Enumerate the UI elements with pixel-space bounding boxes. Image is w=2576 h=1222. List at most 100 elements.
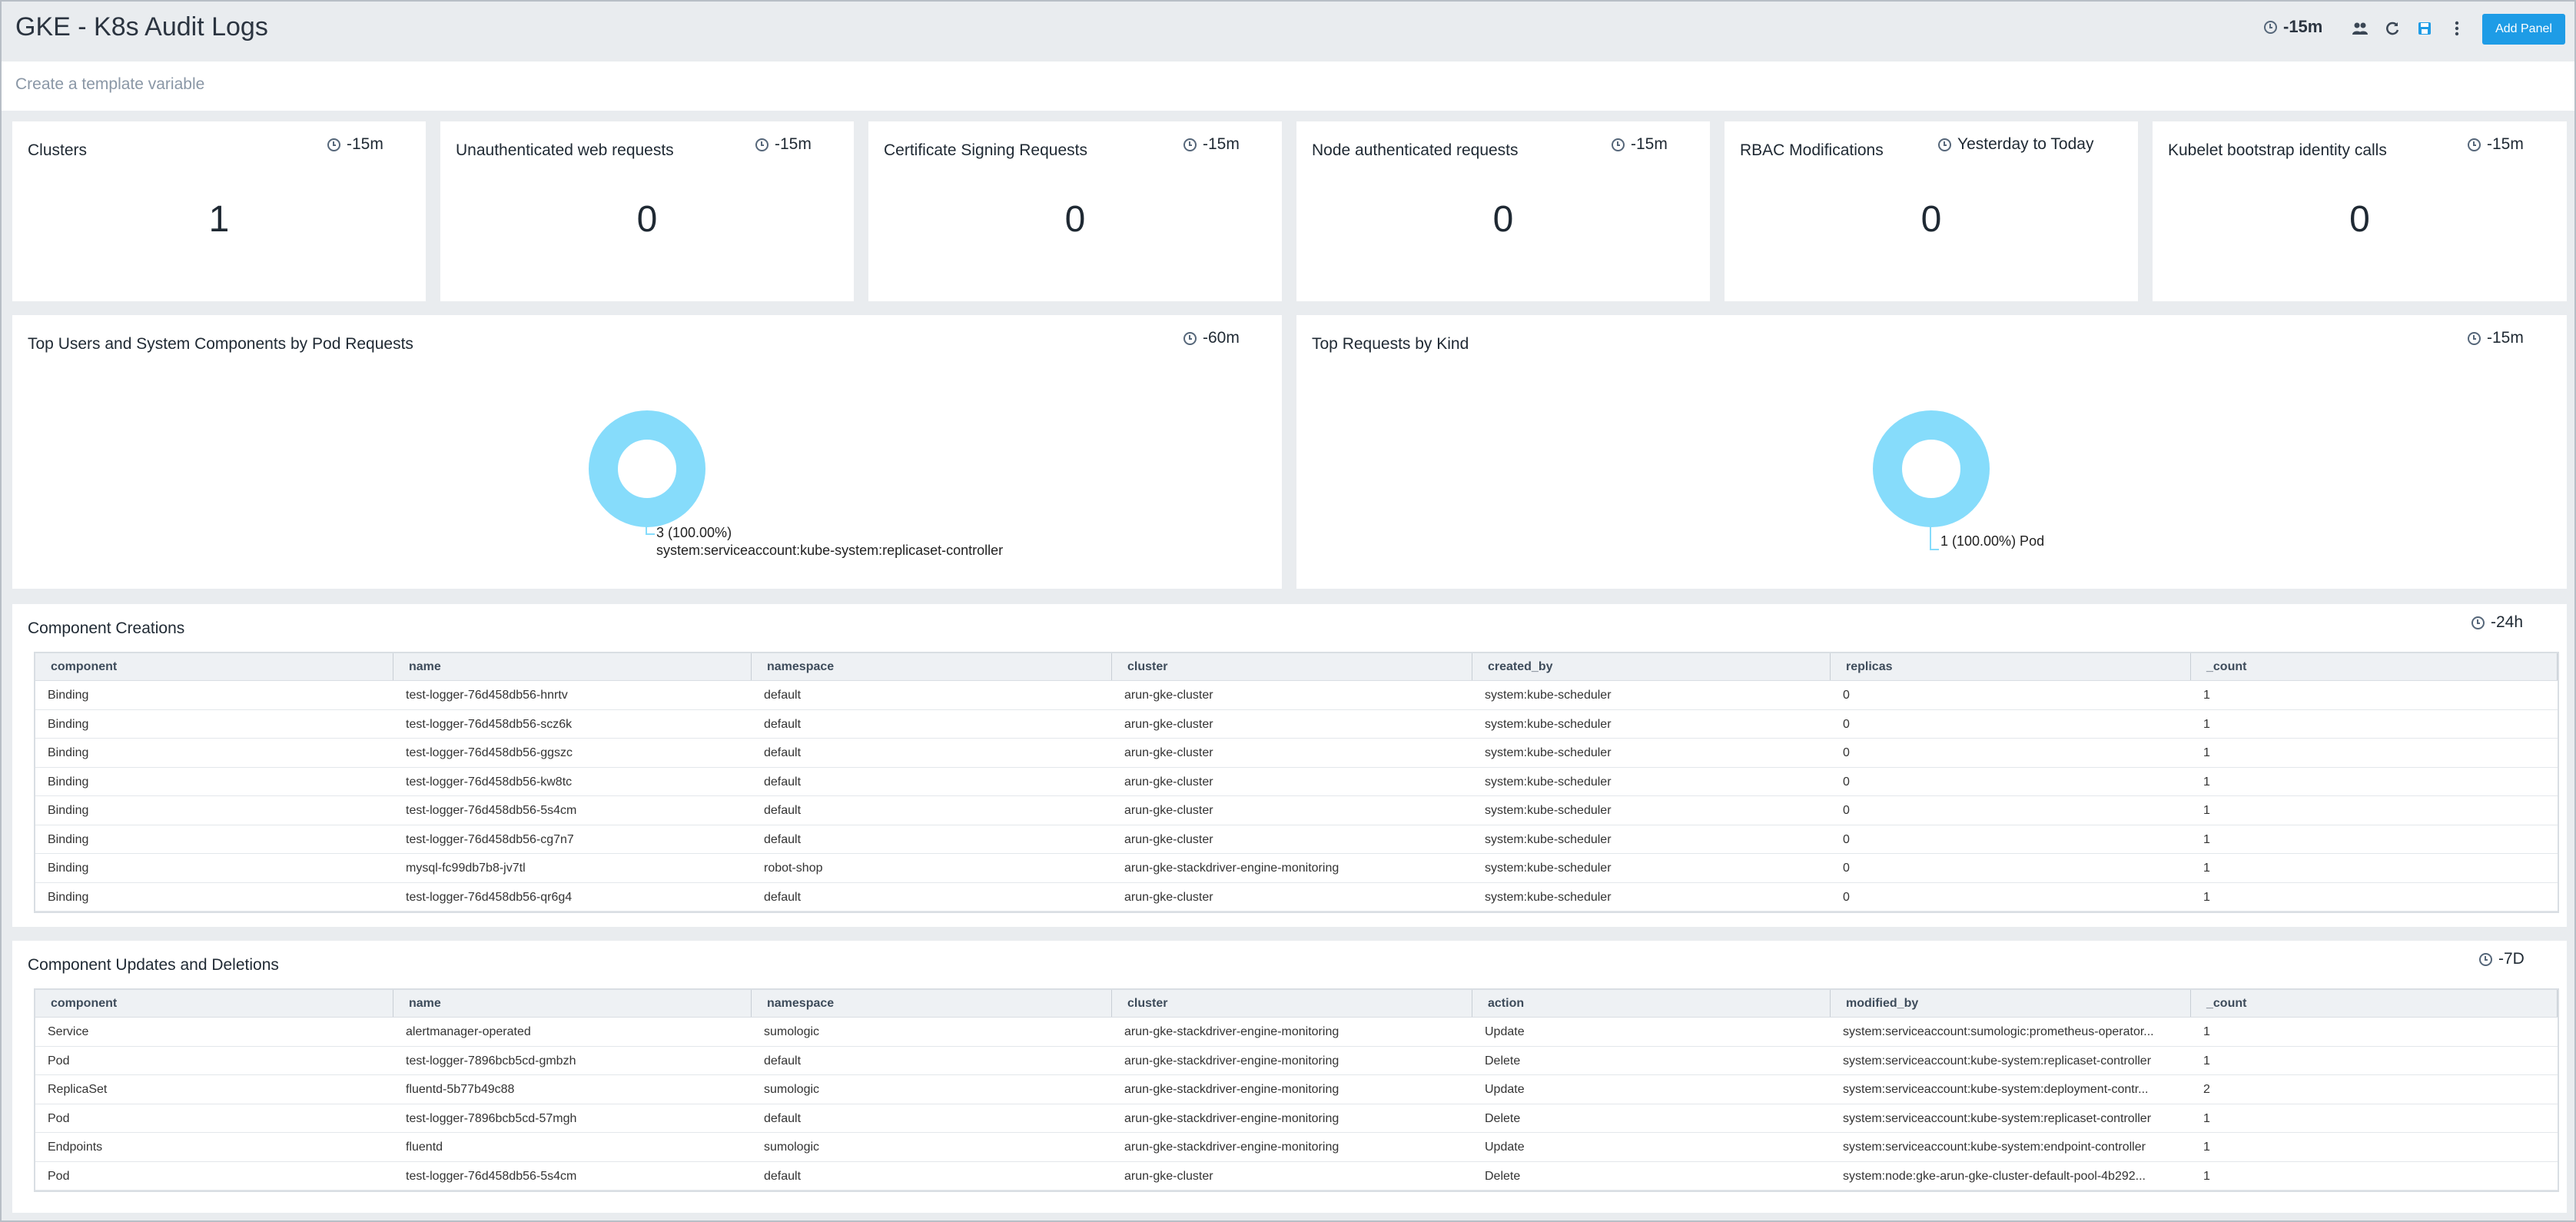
column-header[interactable]: created_by bbox=[1472, 653, 1831, 680]
column-header[interactable]: _count bbox=[2191, 653, 2558, 680]
table-cell: arun-gke-stackdriver-engine-monitoring bbox=[1124, 1083, 1339, 1096]
table-row[interactable]: Binding test-logger-76d458db56-ggszc defau… bbox=[35, 739, 2558, 768]
table-cell: 0 bbox=[1843, 717, 1850, 731]
table-row[interactable]: Pod test-logger-76d458db56-5s4cm default ar… bbox=[35, 1162, 2558, 1190]
table-cell: system:serviceaccount:kube-system:replic… bbox=[1843, 1111, 2152, 1125]
stat-panel-unauthenticated-web-requests: Unauthenticated web requests -15m 0 bbox=[440, 121, 854, 301]
table-cell: Binding bbox=[48, 890, 89, 904]
column-header[interactable]: component bbox=[35, 990, 393, 1017]
column-header[interactable]: name bbox=[393, 990, 752, 1017]
table-row[interactable]: Endpoints fluentd sumologic arun-gke-stackd… bbox=[35, 1133, 2558, 1162]
creations-table: component name namespace cluster created_by r… bbox=[34, 652, 2559, 913]
table-cell: arun-gke-stackdriver-engine-monitoring bbox=[1124, 1025, 1339, 1038]
panel-time-label: -15m bbox=[2487, 329, 2524, 347]
table-cell: system:kube-scheduler bbox=[1485, 832, 1612, 846]
table-cell: arun-gke-stackdriver-engine-monitoring bbox=[1124, 1111, 1339, 1125]
table-cell: default bbox=[764, 717, 802, 731]
global-time-range[interactable]: -15m bbox=[2264, 17, 2322, 37]
global-time-label: -15m bbox=[2283, 17, 2323, 36]
panel-time-label: -7D bbox=[2498, 950, 2525, 968]
column-header[interactable]: _count bbox=[2191, 990, 2558, 1017]
panel-title: Component Creations bbox=[28, 619, 185, 637]
table-cell: 1 bbox=[2203, 1025, 2210, 1038]
panel-time-range[interactable]: -15m bbox=[755, 135, 812, 154]
panel-time-label: -24h bbox=[2491, 613, 2524, 631]
share-icon[interactable] bbox=[2350, 18, 2370, 38]
table-cell: 0 bbox=[1843, 746, 1850, 759]
panel-time-range[interactable]: -15m bbox=[2468, 329, 2524, 347]
table-cell: arun-gke-cluster bbox=[1124, 804, 1213, 817]
table-cell: test-logger-76d458db56-cg7n7 bbox=[406, 832, 574, 846]
clock-icon bbox=[327, 138, 340, 151]
panel-time-range[interactable]: -15m bbox=[2468, 135, 2524, 154]
refresh-icon[interactable] bbox=[2382, 18, 2402, 38]
table-cell: system:serviceaccount:sumologic:promethe… bbox=[1843, 1025, 2154, 1038]
panel-time-range[interactable]: -60m bbox=[1183, 329, 1240, 347]
table-row[interactable]: Binding test-logger-76d458db56-scz6k defau… bbox=[35, 710, 2558, 739]
table-cell: Binding bbox=[48, 775, 89, 789]
panel-time-range[interactable]: -15m bbox=[1183, 135, 1240, 154]
table-row[interactable]: Binding test-logger-76d458db56-cg7n7 defau… bbox=[35, 825, 2558, 854]
table-cell: Binding bbox=[48, 832, 89, 846]
column-header[interactable]: name bbox=[393, 653, 752, 680]
table-cell: system:kube-scheduler bbox=[1485, 890, 1612, 904]
column-header[interactable]: component bbox=[35, 653, 393, 680]
donut-slice[interactable] bbox=[1873, 410, 1990, 527]
table-cell: fluentd-5b77b49c88 bbox=[406, 1083, 515, 1096]
table-body: Service alertmanager-operated sumologic aru… bbox=[35, 1018, 2558, 1190]
create-template-variable-link[interactable]: Create a template variable bbox=[15, 75, 204, 94]
column-header[interactable]: replicas bbox=[1831, 653, 2191, 680]
clock-icon bbox=[755, 138, 768, 151]
clock-icon bbox=[1938, 138, 1951, 151]
table-row[interactable]: Binding test-logger-76d458db56-hnrtv defau… bbox=[35, 681, 2558, 710]
table-cell: system:node:gke-arun-gke-cluster-default… bbox=[1843, 1169, 2146, 1183]
column-header[interactable]: namespace bbox=[752, 653, 1112, 680]
slice-value-label: 3 (100.00%) bbox=[656, 525, 732, 540]
table-cell: robot-shop bbox=[764, 862, 823, 875]
table-row[interactable]: Binding test-logger-76d458db56-5s4cm defau… bbox=[35, 796, 2558, 825]
add-panel-button[interactable]: Add Panel bbox=[2482, 14, 2565, 45]
table-cell: test-logger-76d458db56-kw8tc bbox=[406, 775, 573, 789]
table-row[interactable]: Service alertmanager-operated sumologic aru… bbox=[35, 1018, 2558, 1047]
panel-title: Clusters bbox=[28, 141, 88, 159]
page-title: GKE - K8s Audit Logs bbox=[15, 12, 268, 42]
table-row[interactable]: Binding mysql-fc99db7b8-jv7tl robot-shop ar… bbox=[35, 854, 2558, 883]
panel-time-range[interactable]: Yesterday to Today bbox=[1938, 135, 2093, 154]
table-row[interactable]: Pod test-logger-7896bcb5cd-57mgh default ar… bbox=[35, 1104, 2558, 1133]
panel-time-range[interactable]: -15m bbox=[1612, 135, 1668, 154]
column-header[interactable]: modified_by bbox=[1831, 990, 2191, 1017]
stat-panel-clusters: Clusters -15m 1 bbox=[12, 121, 426, 301]
table-row[interactable]: Binding test-logger-76d458db56-kw8tc defau… bbox=[35, 768, 2558, 796]
table-cell: system:kube-scheduler bbox=[1485, 775, 1612, 789]
panel-time-range[interactable]: -15m bbox=[327, 135, 383, 154]
table-cell: arun-gke-stackdriver-engine-monitoring bbox=[1124, 1141, 1339, 1154]
table-row[interactable]: Binding test-logger-76d458db56-qr6g4 defau… bbox=[35, 883, 2558, 912]
panel-time-label: -15m bbox=[1203, 135, 1240, 153]
table-header: component name namespace cluster created_by r… bbox=[35, 653, 2558, 681]
table-cell: sumologic bbox=[764, 1025, 820, 1038]
table-cell: Binding bbox=[48, 804, 89, 817]
table-cell: system:serviceaccount:kube-system:deploy… bbox=[1843, 1083, 2149, 1096]
clock-icon bbox=[2479, 952, 2492, 966]
donut-slice[interactable] bbox=[589, 410, 705, 527]
column-header[interactable]: cluster bbox=[1112, 653, 1472, 680]
table-cell: 1 bbox=[2203, 804, 2210, 817]
panel-time-range[interactable]: -7D bbox=[2479, 950, 2525, 968]
column-header[interactable]: namespace bbox=[752, 990, 1112, 1017]
table-row[interactable]: ReplicaSet fluentd-5b77b49c88 sumologic aru… bbox=[35, 1075, 2558, 1104]
table-cell: system:kube-scheduler bbox=[1485, 717, 1612, 731]
save-icon[interactable] bbox=[2415, 18, 2435, 38]
panel-title: RBAC Modifications bbox=[1740, 141, 1884, 159]
more-options-icon[interactable] bbox=[2447, 18, 2467, 38]
table-cell: fluentd bbox=[406, 1141, 443, 1154]
table-row[interactable]: Pod test-logger-7896bcb5cd-gmbzh default ar… bbox=[35, 1047, 2558, 1075]
column-header[interactable]: cluster bbox=[1112, 990, 1472, 1017]
panel-time-range[interactable]: -24h bbox=[2471, 613, 2523, 632]
column-header[interactable]: action bbox=[1472, 990, 1831, 1017]
table-cell: arun-gke-cluster bbox=[1124, 890, 1213, 904]
dashboard-header: GKE - K8s Audit Logs -15m Add Panel bbox=[2, 2, 2574, 58]
stat-value: 0 bbox=[2349, 199, 2370, 240]
table-cell: default bbox=[764, 804, 802, 817]
donut-panel-top-requests-by-kind: Top Requests by Kind -15m 1 (100.00%) Po… bbox=[1296, 315, 2567, 589]
table-cell: Pod bbox=[48, 1169, 70, 1183]
